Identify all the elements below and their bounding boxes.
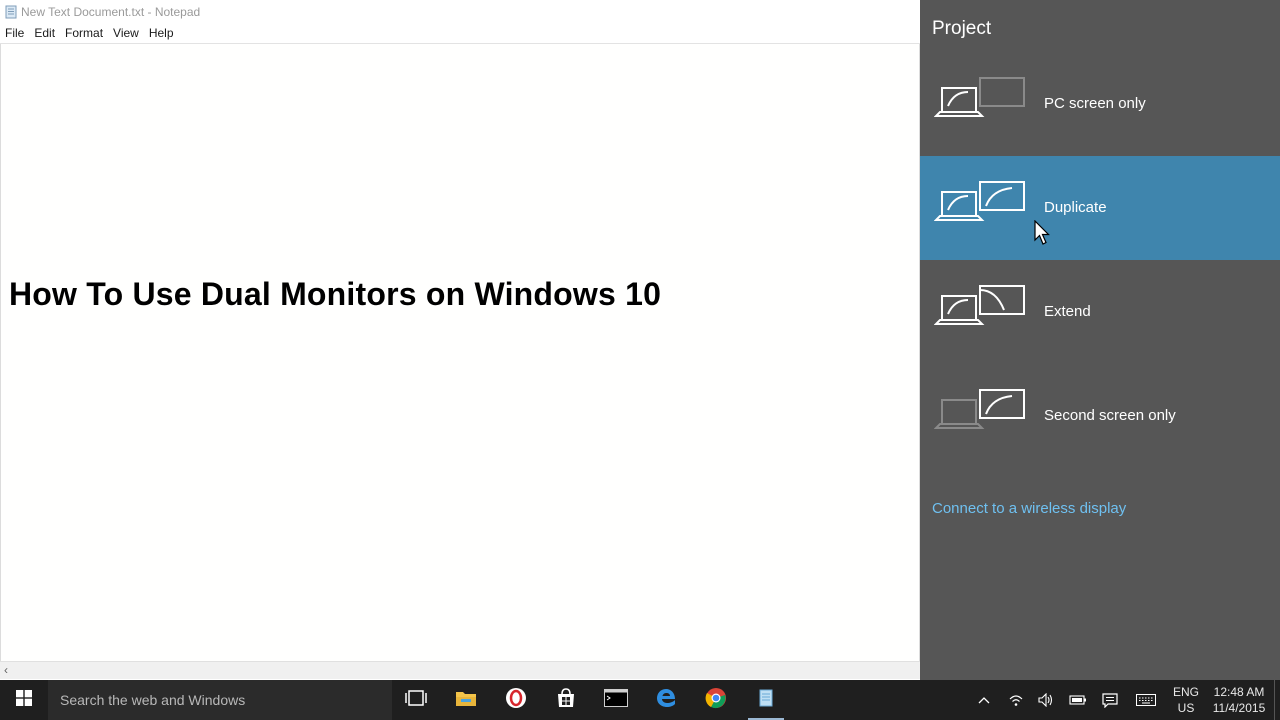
menu-bar: File Edit Format View Help [0,23,920,44]
horizontal-scrollbar[interactable]: ‹ [0,661,920,679]
command-prompt-button[interactable] [592,680,640,720]
option-label: PC screen only [1044,95,1146,112]
taskbar: Search the web and Windows ENG US 12:48 … [0,680,1280,720]
menu-file[interactable]: File [0,23,29,43]
title-bar[interactable]: New Text Document.txt - Notepad [0,0,920,23]
notepad-icon [4,5,18,19]
scroll-left-arrow-icon[interactable]: ‹ [4,663,8,677]
store-icon [556,687,576,713]
search-placeholder: Search the web and Windows [60,692,246,708]
battery-icon[interactable] [1068,690,1088,710]
option-extend[interactable]: Extend [920,260,1280,364]
chrome-icon [705,687,727,714]
pc-screen-only-icon [933,76,1026,122]
option-label: Second screen only [1044,407,1176,424]
chrome-button[interactable] [692,680,740,720]
file-explorer-button[interactable] [442,680,490,720]
menu-help[interactable]: Help [144,23,179,43]
menu-edit[interactable]: Edit [29,23,60,43]
option-label: Extend [1044,303,1091,320]
duplicate-icon [933,180,1026,226]
language-code: ENG [1172,685,1199,699]
mouse-cursor-icon [1034,219,1050,246]
clock[interactable]: 12:48 AM 11/4/2015 [1208,684,1270,716]
option-pc-screen-only[interactable]: PC screen only [920,52,1280,156]
file-explorer-icon [455,689,477,712]
show-hidden-icons-chevron-up-icon[interactable] [974,690,994,710]
text-editor[interactable]: How To Use Dual Monitors on Windows 10 [0,44,920,662]
clock-time: 12:48 AM [1213,685,1265,699]
project-panel: Project PC screen only Duplicate Extend … [920,0,1280,680]
connect-wireless-display-link[interactable]: Connect to a wireless display [932,500,1126,517]
command-prompt-icon [604,688,628,712]
option-label: Duplicate [1044,199,1107,216]
windows-logo-icon [16,689,32,711]
edge-button[interactable] [642,680,690,720]
option-duplicate[interactable]: Duplicate [920,156,1280,260]
second-screen-only-icon [933,388,1026,434]
panel-title: Project [932,18,992,39]
edge-icon [655,687,677,714]
opera-icon [505,687,527,714]
task-view-icon [405,689,427,711]
notepad-taskbar-button[interactable] [742,680,790,720]
language-indicator[interactable]: ENG US [1162,684,1210,716]
action-center-icon[interactable] [1100,690,1120,710]
opera-button[interactable] [492,680,540,720]
notepad-window: New Text Document.txt - Notepad File Edi… [0,0,920,680]
touch-keyboard-icon[interactable] [1136,690,1156,710]
language-region: US [1177,701,1195,715]
extend-icon [933,284,1026,330]
volume-icon[interactable] [1036,690,1056,710]
notepad-icon [756,688,776,713]
menu-format[interactable]: Format [60,23,108,43]
wifi-icon[interactable] [1006,690,1026,710]
start-button[interactable] [0,680,48,720]
menu-view[interactable]: View [108,23,144,43]
show-desktop-button[interactable] [1274,680,1280,720]
store-button[interactable] [542,680,590,720]
clock-date: 11/4/2015 [1212,701,1266,715]
option-second-screen-only[interactable]: Second screen only [920,364,1280,468]
window-title: New Text Document.txt - Notepad [21,4,201,19]
task-view-button[interactable] [392,680,440,720]
document-text: How To Use Dual Monitors on Windows 10 [9,276,662,312]
search-box[interactable]: Search the web and Windows [48,680,392,720]
